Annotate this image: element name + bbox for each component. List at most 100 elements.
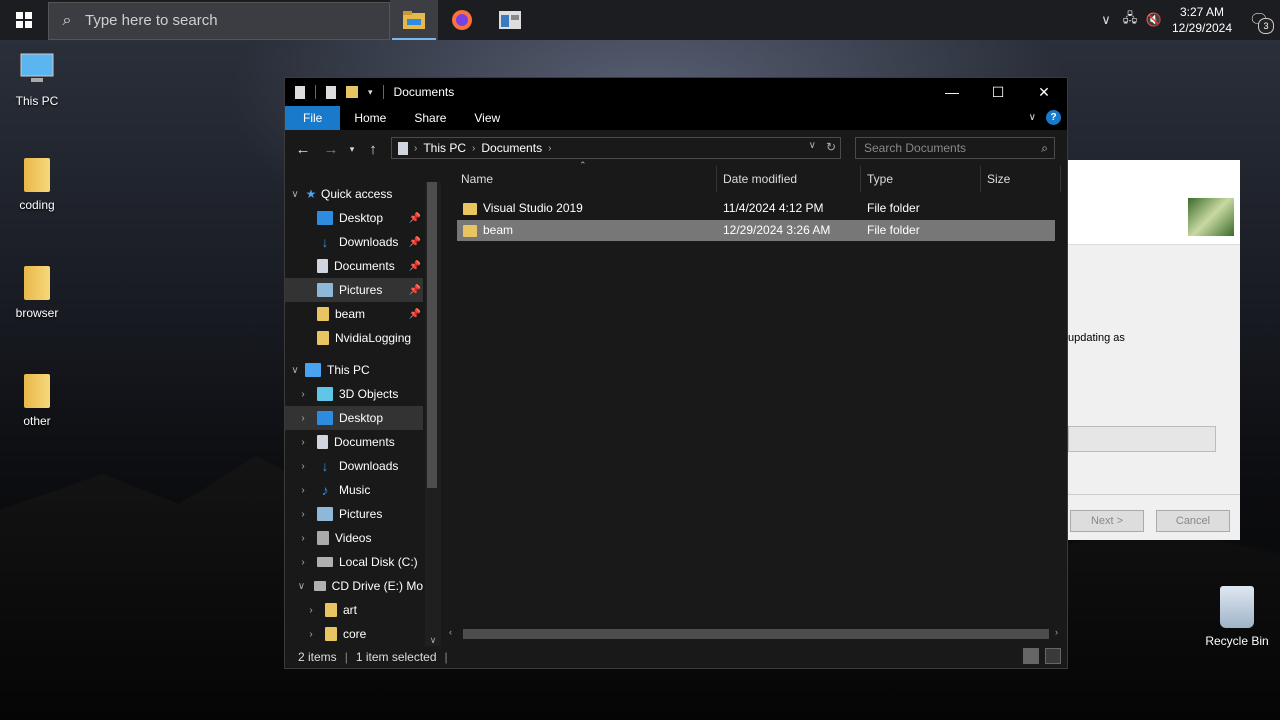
tab-file[interactable]: File [285, 106, 341, 130]
details-view-icon[interactable] [1023, 648, 1039, 664]
cancel-button[interactable]: Cancel [1156, 510, 1230, 532]
tab-home[interactable]: Home [340, 106, 400, 130]
nav-item-label: art [343, 603, 358, 617]
volume-muted-icon[interactable]: 🔇 [1142, 12, 1166, 28]
up-arrow-icon[interactable]: ↑ [359, 141, 387, 158]
back-arrow-icon[interactable]: ← [289, 141, 317, 158]
scrollbar-thumb[interactable] [427, 182, 437, 488]
address-bar[interactable]: › This PC › Documents › ∨ ↻ [391, 137, 841, 159]
nav-item-core[interactable]: › core [285, 622, 423, 646]
new-folder-icon[interactable] [346, 86, 358, 98]
maximize-icon[interactable]: ☐ [975, 78, 1021, 106]
action-center-button[interactable]: 🗨 3 [1238, 0, 1280, 40]
properties-icon[interactable] [295, 85, 305, 99]
nav-item-pictures[interactable]: › Pictures [285, 502, 423, 526]
chevron-down-icon[interactable]: ∨ [289, 189, 301, 200]
nav-item-downloads[interactable]: › ↓ Downloads [285, 454, 423, 478]
network-icon[interactable]: 🖧 [1118, 9, 1142, 31]
refresh-icon[interactable]: ↻ [826, 140, 836, 154]
nav-item-this-pc[interactable]: ∨ This PC [285, 358, 423, 382]
chevron-right-icon[interactable]: › [297, 461, 309, 472]
scroll-left-icon[interactable]: ‹ [449, 627, 452, 637]
chevron-right-icon[interactable]: › [305, 605, 317, 616]
nav-item-downloads-pinned[interactable]: ↓ Downloads 📌 [285, 230, 423, 254]
chevron-up-icon[interactable]: ∨ [1094, 12, 1118, 28]
breadcrumb-chevron-icon[interactable]: › [414, 143, 417, 154]
nav-item-local-disk-c[interactable]: › Local Disk (C:) [285, 550, 423, 574]
close-icon[interactable]: ✕ [1021, 78, 1067, 106]
nav-item-music[interactable]: › ♪ Music [285, 478, 423, 502]
chevron-down-icon[interactable]: ∨ [297, 581, 306, 592]
download-icon: ↓ [321, 234, 329, 250]
chevron-right-icon[interactable]: › [297, 389, 309, 400]
desktop-icon-browser[interactable]: browser [0, 266, 74, 320]
chevron-right-icon[interactable]: › [297, 533, 309, 544]
nav-item-desktop-pinned[interactable]: Desktop 📌 [285, 206, 423, 230]
breadcrumb-chevron-icon[interactable]: › [548, 143, 551, 154]
dialog-text: updating as [1068, 332, 1125, 344]
desktop-icon-other[interactable]: other [0, 374, 74, 428]
nav-pane-scrollbar[interactable]: ∨ [425, 182, 441, 646]
chevron-right-icon[interactable]: › [297, 485, 309, 496]
chevron-right-icon[interactable]: › [305, 629, 317, 640]
pin-icon: 📌 [408, 212, 421, 224]
taskbar-app-window[interactable] [486, 0, 534, 40]
expand-ribbon-icon[interactable]: ∨ [1029, 112, 1036, 123]
desktop-icon-recycle-bin[interactable]: Recycle Bin [1200, 586, 1274, 648]
breadcrumb-this-pc[interactable]: This PC [423, 141, 466, 155]
chevron-right-icon[interactable]: › [297, 413, 309, 424]
title-bar[interactable]: ▾ Documents — ☐ ✕ [285, 78, 1067, 106]
forward-arrow-icon[interactable]: → [317, 141, 345, 158]
column-header-date-modified[interactable]: Date modified [717, 166, 861, 192]
nav-item-art[interactable]: › art [285, 598, 423, 622]
clock[interactable]: 3:27 AM 12/29/2024 [1166, 4, 1238, 36]
nav-item-beam-pinned[interactable]: beam 📌 [285, 302, 423, 326]
tab-share[interactable]: Share [400, 106, 460, 130]
nav-item-desktop[interactable]: › Desktop [285, 406, 423, 430]
search-documents-input[interactable]: Search Documents ⌕ [855, 137, 1055, 159]
checkmark-icon[interactable] [326, 85, 336, 99]
scroll-right-icon[interactable]: › [1055, 627, 1058, 637]
scroll-down-icon[interactable]: ∨ [425, 635, 441, 646]
next-button[interactable]: Next > [1070, 510, 1144, 532]
nav-item-cd-drive-e[interactable]: ∨ CD Drive (E:) Mo [285, 574, 423, 598]
address-dropdown-icon[interactable]: ∨ [809, 140, 816, 154]
dialog-input-field[interactable] [1068, 426, 1216, 452]
help-icon[interactable]: ? [1046, 110, 1061, 125]
tab-view[interactable]: View [460, 106, 514, 130]
chevron-down-icon[interactable]: ∨ [289, 365, 301, 376]
nav-item-documents[interactable]: › Documents [285, 430, 423, 454]
column-header-size[interactable]: Size [981, 166, 1061, 192]
desktop-icon-coding[interactable]: coding [0, 158, 74, 212]
file-row-selected[interactable]: beam 12/29/2024 3:26 AM File folder [457, 220, 1055, 241]
installer-logo-icon [1188, 198, 1234, 236]
taskbar-search-box[interactable]: ⌕ Type here to search [48, 1, 390, 40]
chevron-down-icon[interactable]: ▾ [368, 87, 373, 98]
minimize-icon[interactable]: — [929, 78, 975, 106]
nav-item-quick-access[interactable]: ∨ ★ Quick access [285, 182, 423, 206]
file-row[interactable]: Visual Studio 2019 11/4/2024 4:12 PM Fil… [457, 198, 1055, 219]
recent-locations-icon[interactable]: ▾ [345, 144, 359, 155]
column-header-type[interactable]: Type [861, 166, 981, 192]
taskbar-file-explorer[interactable] [390, 0, 438, 40]
large-icons-view-icon[interactable] [1045, 648, 1061, 664]
scrollbar-thumb[interactable] [463, 629, 1049, 639]
horizontal-scrollbar[interactable]: ‹ › [445, 626, 1067, 642]
chevron-right-icon[interactable]: › [297, 509, 309, 520]
nav-item-videos[interactable]: › Videos [285, 526, 423, 550]
nav-item-nvidialogging[interactable]: NvidiaLogging [285, 326, 423, 350]
desktop-icon-this-pc[interactable]: This PC [0, 50, 74, 108]
file-name: Visual Studio 2019 [483, 201, 583, 215]
chevron-right-icon[interactable]: › [297, 557, 309, 568]
pictures-icon [317, 283, 333, 297]
breadcrumb-chevron-icon[interactable]: › [472, 143, 475, 154]
nav-item-documents-pinned[interactable]: Documents 📌 [285, 254, 423, 278]
breadcrumb-documents[interactable]: Documents [481, 141, 542, 155]
nav-item-pictures-pinned[interactable]: Pictures 📌 [285, 278, 423, 302]
start-button[interactable] [0, 0, 48, 40]
column-header-name[interactable]: Name [455, 166, 717, 192]
chevron-right-icon[interactable]: › [297, 437, 309, 448]
taskbar-firefox[interactable] [438, 0, 486, 40]
nav-item-3d-objects[interactable]: › 3D Objects [285, 382, 423, 406]
desktop-icon-label: coding [19, 198, 55, 212]
